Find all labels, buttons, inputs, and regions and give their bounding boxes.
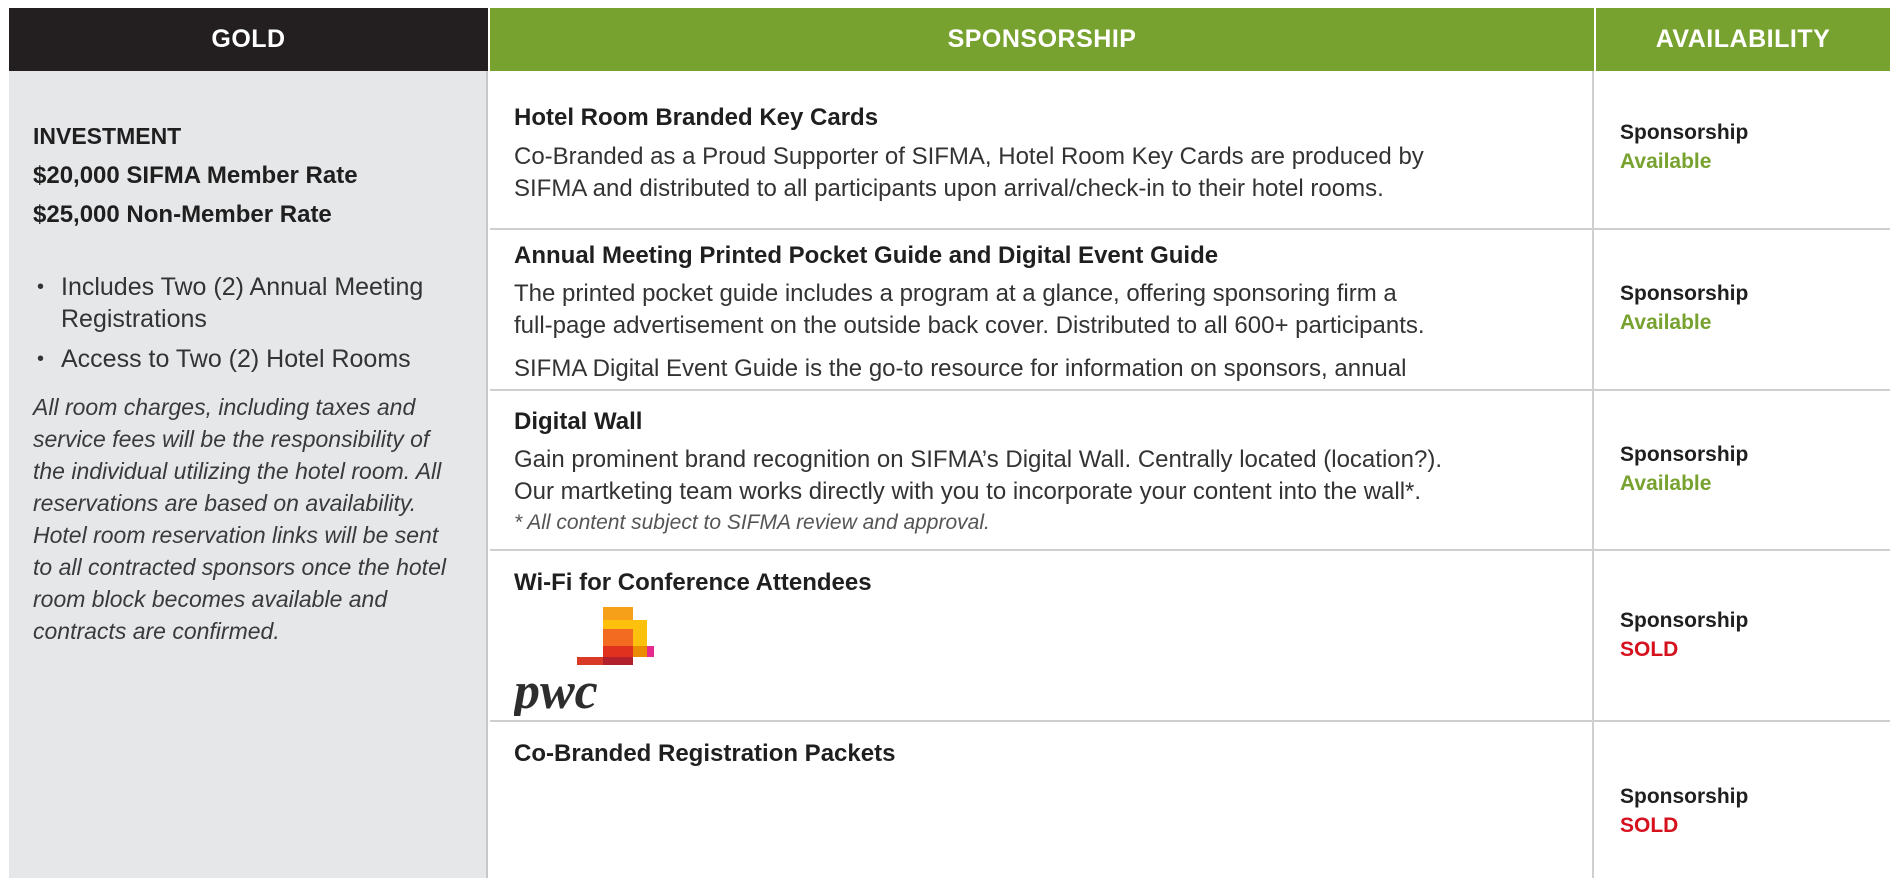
availability-cell: Sponsorship Available: [1596, 230, 1890, 389]
availability-cell: Sponsorship SOLD: [1596, 722, 1890, 878]
row-desc-line: Co-Branded as a Proud Supporter of SIFMA…: [514, 143, 1424, 170]
availability-label: Sponsorship: [1620, 443, 1749, 466]
pwc-logo: pwc: [514, 607, 654, 716]
sponsorship-cell: Annual Meeting Printed Pocket Guide and …: [490, 230, 1594, 389]
row-title: Annual Meeting Printed Pocket Guide and …: [514, 242, 1219, 269]
sponsorship-table: GOLD SPONSORSHIP AVAILABILITY INVESTMENT…: [9, 8, 1890, 878]
header-gold: GOLD: [9, 8, 488, 71]
availability-cell: Sponsorship Available: [1596, 71, 1890, 228]
row-title: Hotel Room Branded Key Cards: [514, 104, 879, 131]
status-badge: Available: [1620, 150, 1712, 173]
sponsorship-cell: Wi-Fi for Conference Attendees pwc: [490, 551, 1594, 720]
nonmember-rate: $25,000 Non-Member Rate: [33, 201, 332, 228]
benefit-item: • Includes Two (2) Annual Meeting Registr…: [37, 273, 424, 333]
row-desc-line: Gain prominent brand recognition on SIFM…: [514, 446, 1442, 473]
table-row: Co-Branded Registration Packets Sponsors…: [490, 722, 1890, 878]
status-badge: Available: [1620, 311, 1712, 334]
availability-cell: Sponsorship SOLD: [1596, 551, 1890, 720]
table-row: Annual Meeting Printed Pocket Guide and …: [490, 230, 1890, 391]
status-badge: Available: [1620, 472, 1712, 495]
row-desc-line: full-page advertisement on the outside b…: [514, 312, 1425, 339]
row-desc-line: SIFMA Digital Event Guide is the go-to r…: [514, 355, 1407, 382]
benefits-list: • Includes Two (2) Annual Meeting Registr…: [33, 271, 473, 383]
fine-print: * All content subject to SIFMA review an…: [514, 511, 990, 534]
sponsorship-cell: Digital Wall Gain prominent brand recogn…: [490, 391, 1594, 549]
investment-title: INVESTMENT: [33, 123, 182, 149]
sponsorship-cell: Co-Branded Registration Packets: [490, 722, 1594, 878]
member-rate: $20,000 SIFMA Member Rate: [33, 162, 358, 189]
availability-cell: Sponsorship Available: [1596, 391, 1890, 549]
row-title: Digital Wall: [514, 408, 643, 435]
row-title: Co-Branded Registration Packets: [514, 740, 896, 767]
status-badge: SOLD: [1620, 638, 1679, 661]
gold-tier-panel: INVESTMENT $20,000 SIFMA Member Rate $25…: [9, 71, 488, 878]
availability-label: Sponsorship: [1620, 609, 1749, 632]
sponsorship-cell: Hotel Room Branded Key Cards Co-Branded …: [490, 71, 1594, 228]
bullet-icon: •: [37, 276, 45, 298]
pwc-logo-text: pwc: [514, 663, 598, 716]
header-availability: AVAILABILITY: [1596, 8, 1890, 71]
row-desc-line: SIFMA and distributed to all participant…: [514, 175, 1384, 202]
header-sponsorship: SPONSORSHIP: [490, 8, 1594, 71]
row-desc-line: Our martketing team works directly with …: [514, 478, 1422, 505]
benefit-item: • Access to Two (2) Hotel Rooms: [37, 345, 411, 373]
availability-label: Sponsorship: [1620, 282, 1749, 305]
availability-label: Sponsorship: [1620, 785, 1749, 808]
row-title: Wi-Fi for Conference Attendees: [514, 569, 872, 596]
status-badge: SOLD: [1620, 814, 1679, 837]
table-row: Wi-Fi for Conference Attendees pwc Spons…: [490, 551, 1890, 722]
hotel-note: All room charges, including taxes and se…: [33, 394, 446, 644]
row-desc-line: The printed pocket guide includes a prog…: [514, 280, 1397, 307]
availability-label: Sponsorship: [1620, 121, 1749, 144]
table-row: Digital Wall Gain prominent brand recogn…: [490, 391, 1890, 551]
table-row: Hotel Room Branded Key Cards Co-Branded …: [490, 71, 1890, 230]
bullet-icon: •: [37, 348, 45, 370]
